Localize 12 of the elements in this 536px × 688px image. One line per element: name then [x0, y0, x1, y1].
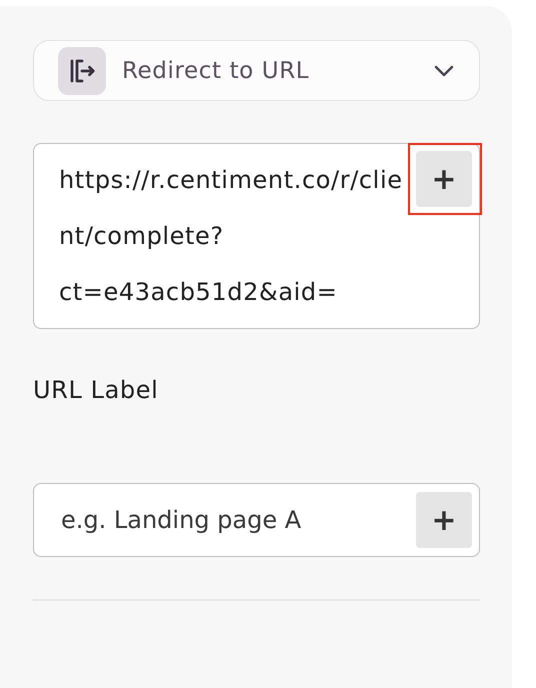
add-button[interactable]: + — [416, 151, 472, 207]
label-input-field[interactable]: e.g. Landing page A + — [33, 483, 480, 557]
dropdown-label: Redirect to URL — [122, 58, 310, 84]
action-dropdown[interactable]: Redirect to URL — [33, 40, 480, 101]
add-button[interactable]: + — [416, 492, 472, 548]
url-text: ct=e43acb51d2&aid= — [59, 277, 338, 308]
exit-icon — [58, 46, 106, 94]
chevron-icon — [433, 64, 455, 78]
url-field[interactable]: https://r.centiment.co/r/clie nt/complete? ct=e43acb51d2&aid= + — [33, 143, 480, 329]
field-label: URL Label — [33, 376, 160, 404]
url-text: nt/complete? — [59, 221, 225, 252]
url-text: https://r.centiment.co/r/clie — [59, 165, 404, 196]
